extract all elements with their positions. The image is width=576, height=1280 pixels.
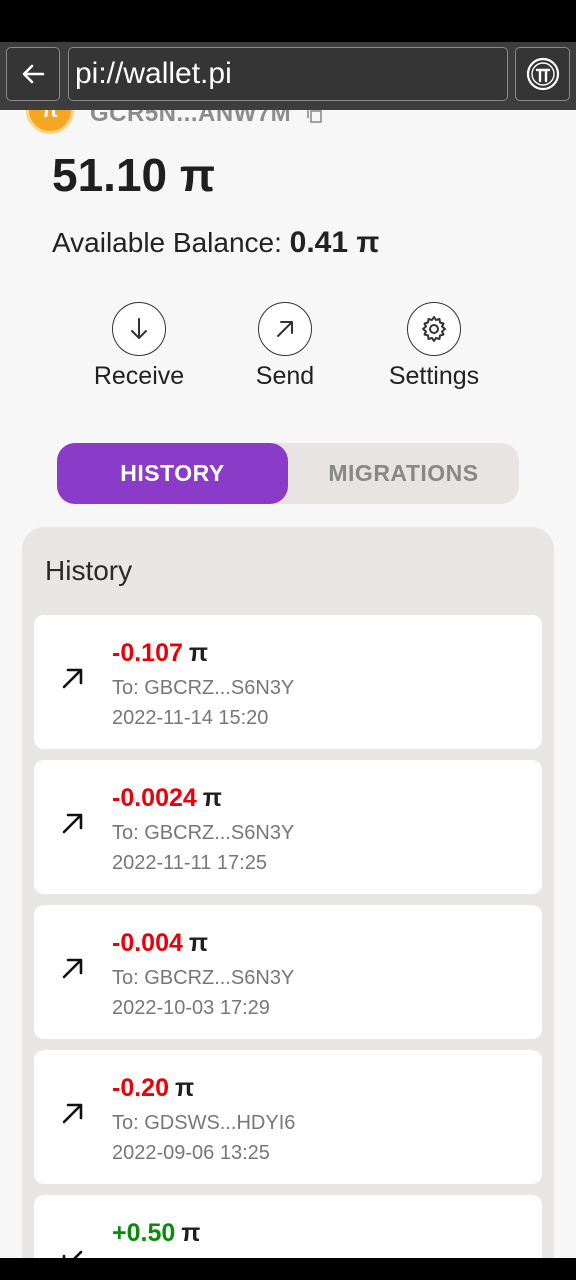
- transaction-item[interactable]: +0.50 π: [34, 1195, 542, 1258]
- history-title: History: [45, 555, 133, 586]
- arrow-up-right-icon: [62, 813, 83, 834]
- transaction-amount: -0.20 π: [112, 1074, 194, 1103]
- transaction-amount: -0.004 π: [112, 929, 208, 958]
- wallet-address: GCR5N...ANW7M: [90, 110, 292, 127]
- arrow-up-right-icon: [62, 1103, 83, 1124]
- pi-logo-icon: [526, 57, 559, 91]
- amount-value: +0.50: [112, 1219, 176, 1247]
- copy-icon[interactable]: [306, 110, 324, 124]
- settings-button[interactable]: Settings: [359, 302, 509, 391]
- wallet-actions: Receive Send Settings: [0, 302, 576, 402]
- arrow-up-right-icon: [62, 958, 83, 979]
- status-bar: [0, 0, 576, 42]
- arrow-down-icon: [131, 318, 147, 339]
- transaction-item[interactable]: -0.20 π To: GDSWS...HDYI6 2022-09-06 13:2…: [34, 1050, 542, 1184]
- amount-unit: π: [181, 1219, 201, 1247]
- amount-unit: π: [202, 784, 222, 812]
- amount-unit: π: [174, 1074, 195, 1102]
- send-label: Send: [255, 362, 315, 390]
- arrow-up-right-icon: [62, 668, 83, 689]
- amount-value: -0.20: [112, 1074, 169, 1102]
- pi-browser-button[interactable]: [515, 47, 570, 101]
- history-panel: History -0.107 π To: GBCRZ...S6N3Y 2022-1…: [22, 527, 554, 1258]
- settings-label: Settings: [388, 362, 480, 390]
- amount-value: -0.0024: [112, 784, 197, 812]
- browser-bar: pi://wallet.pi: [0, 42, 576, 110]
- arrow-down-left-icon: [62, 1250, 83, 1258]
- transaction-date: 2022-09-06 13:25: [112, 1142, 270, 1164]
- transaction-recipient: To: GBCRZ...S6N3Y: [112, 677, 295, 699]
- amount-unit: π: [188, 929, 209, 957]
- amount-unit: π: [188, 639, 209, 667]
- transaction-item[interactable]: -0.0024 π To: GBCRZ...S6N3Y 2022-11-11 17…: [34, 760, 542, 894]
- receive-label: Receive: [93, 362, 185, 390]
- tab-migrations[interactable]: MIGRATIONS: [288, 443, 519, 504]
- transaction-recipient: To: GDSWS...HDYI6: [112, 1112, 296, 1134]
- transaction-date: 2022-11-11 17:25: [112, 852, 267, 874]
- available-balance-value: 0.41 π: [289, 226, 380, 259]
- transaction-amount: -0.107 π: [112, 639, 208, 668]
- transaction-recipient: To: GBCRZ...S6N3Y: [112, 822, 295, 844]
- settings-circle[interactable]: [407, 302, 461, 356]
- arrow-left-icon: [22, 64, 45, 84]
- receive-circle[interactable]: [112, 302, 166, 356]
- transaction-amount: -0.0024 π: [112, 784, 222, 813]
- tab-switcher: HISTORY MIGRATIONS: [57, 443, 519, 504]
- navigation-bar: [0, 1258, 576, 1280]
- gear-icon: [422, 316, 446, 342]
- arrow-up-right-icon: [277, 321, 293, 337]
- available-balance: Available Balance: 0.41 π: [52, 226, 379, 260]
- send-circle[interactable]: [258, 302, 312, 356]
- url-field[interactable]: pi://wallet.pi: [68, 47, 508, 101]
- transaction-amount: +0.50 π: [112, 1219, 200, 1248]
- wallet-content: π GCR5N...ANW7M 51.10 π Available Balanc…: [0, 110, 576, 1258]
- total-balance: 51.10 π: [52, 149, 216, 201]
- transaction-item[interactable]: -0.107 π To: GBCRZ...S6N3Y 2022-11-14 15:…: [34, 615, 542, 749]
- tab-history[interactable]: HISTORY: [57, 443, 288, 504]
- pi-coin-icon: π: [26, 110, 74, 134]
- transaction-item[interactable]: -0.004 π To: GBCRZ...S6N3Y 2022-10-03 17:…: [34, 905, 542, 1039]
- available-balance-label: Available Balance:: [52, 227, 282, 258]
- receive-button[interactable]: Receive: [64, 302, 214, 391]
- amount-value: -0.107: [112, 639, 183, 667]
- transaction-recipient: To: GBCRZ...S6N3Y: [112, 967, 295, 989]
- send-button[interactable]: Send: [210, 302, 360, 391]
- transaction-date: 2022-10-03 17:29: [112, 997, 270, 1019]
- amount-value: -0.004: [112, 929, 183, 957]
- transaction-date: 2022-11-14 15:20: [112, 707, 269, 729]
- back-button[interactable]: [6, 47, 60, 101]
